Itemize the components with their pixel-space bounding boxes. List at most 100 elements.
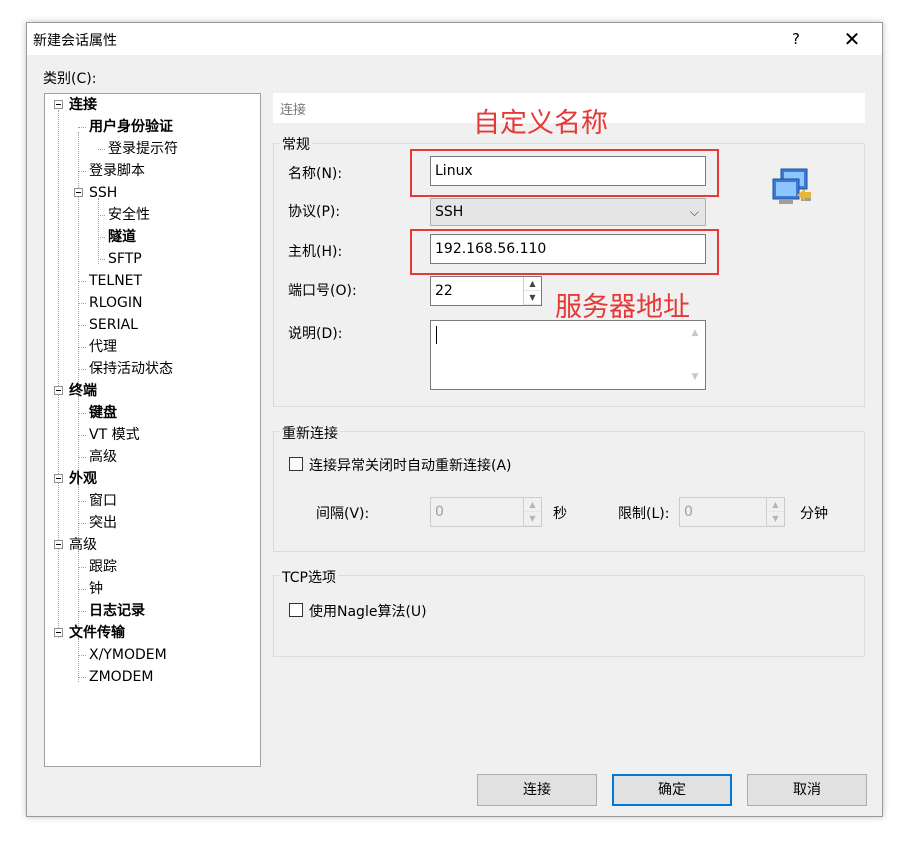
tcp-group-title: TCP选项 <box>280 567 338 587</box>
tree-line <box>78 501 86 502</box>
tree-item[interactable]: 跟踪 <box>89 556 117 578</box>
auto-reconnect-checkbox[interactable] <box>289 457 303 471</box>
tree-item[interactable]: 保持活动状态 <box>89 358 173 380</box>
host-highlight-box <box>410 229 719 275</box>
interval-value: 0 <box>435 504 444 520</box>
tree-line <box>98 259 105 260</box>
scroll-up-icon[interactable]: ▲ <box>687 323 703 343</box>
category-tree[interactable]: 连接 用户身份验证 登录提示符 登录脚本 SSH 安全性 隧道 SFTP TELNET RLOGI… <box>44 93 261 767</box>
tree-item[interactable]: 终端 <box>69 380 97 402</box>
port-value: 22 <box>435 283 453 299</box>
tree-item[interactable]: 登录提示符 <box>108 138 178 160</box>
tree-line <box>78 523 86 524</box>
interval-spinner: ▲ ▼ <box>523 498 541 526</box>
limit-field: 0 ▲ ▼ <box>679 497 785 527</box>
spin-down-icon[interactable]: ▼ <box>524 291 541 305</box>
scroll-down-icon[interactable]: ▼ <box>687 367 703 387</box>
tree-line <box>78 127 86 128</box>
tree-item[interactable]: 高级 <box>89 446 117 468</box>
tree-line <box>78 677 86 678</box>
collapse-toggle-icon[interactable] <box>54 386 63 395</box>
tree-line <box>78 611 86 612</box>
tree-item[interactable]: 隧道 <box>108 226 136 248</box>
tree-line <box>78 567 86 568</box>
nagle-checkbox[interactable] <box>289 603 303 617</box>
general-group-title: 常规 <box>280 134 312 154</box>
tree-item[interactable]: 连接 <box>69 94 97 116</box>
pane-header-title: 连接 <box>280 103 307 118</box>
collapse-toggle-icon[interactable] <box>74 188 83 197</box>
limit-label: 限制(L): <box>618 506 670 522</box>
name-annotation: 自定义名称 <box>473 108 608 139</box>
tree-item[interactable]: 高级 <box>69 534 97 556</box>
tree-line <box>78 638 79 682</box>
port-spinner[interactable]: ▲ ▼ <box>523 277 541 305</box>
collapse-toggle-icon[interactable] <box>54 474 63 483</box>
text-cursor <box>436 326 437 344</box>
network-computers-icon <box>772 168 811 204</box>
tree-item[interactable]: RLOGIN <box>89 292 143 314</box>
tree-line <box>78 655 86 656</box>
tree-item[interactable]: SSH <box>89 182 117 204</box>
tree-item[interactable]: VT 模式 <box>89 424 140 446</box>
host-annotation: 服务器地址 <box>555 292 690 323</box>
tree-line <box>78 171 86 172</box>
description-label: 说明(D): <box>288 326 343 342</box>
spin-up-icon: ▲ <box>524 498 541 512</box>
limit-spinner: ▲ ▼ <box>766 498 784 526</box>
tree-line <box>98 149 105 150</box>
tree-item[interactable]: SFTP <box>108 248 142 270</box>
window-title: 新建会话属性 <box>33 33 117 49</box>
session-properties-dialog: 新建会话属性 ? ✕ 类别(C): 连接 用户身份验证 登录提示符 登录脚本 SSH 安全… <box>26 22 883 817</box>
spin-up-icon[interactable]: ▲ <box>524 277 541 291</box>
interval-field: 0 ▲ ▼ <box>430 497 542 527</box>
cancel-button[interactable]: 取消 <box>747 774 867 806</box>
protocol-value: SSH <box>435 204 464 220</box>
auto-reconnect-label[interactable]: 连接异常关闭时自动重新连接(A) <box>309 455 512 475</box>
tree-item[interactable]: 钟 <box>89 578 103 600</box>
port-field[interactable]: 22 ▲ ▼ <box>430 276 542 306</box>
tree-item[interactable]: SERIAL <box>89 314 138 336</box>
protocol-select[interactable]: SSH ⌵ <box>430 198 706 226</box>
collapse-toggle-icon[interactable] <box>54 540 63 549</box>
tree-item[interactable]: 外观 <box>69 468 97 490</box>
tree-item[interactable]: 窗口 <box>89 490 117 512</box>
connect-button[interactable]: 连接 <box>477 774 597 806</box>
tree-item[interactable]: 突出 <box>89 512 117 534</box>
spin-down-icon: ▼ <box>524 512 541 526</box>
tree-line <box>78 589 86 590</box>
tree-line <box>78 347 86 348</box>
collapse-toggle-icon[interactable] <box>54 628 63 637</box>
tree-line <box>98 237 105 238</box>
tree-item[interactable]: 日志记录 <box>89 600 145 622</box>
tree-line <box>78 457 86 458</box>
tree-line <box>78 325 86 326</box>
nagle-label[interactable]: 使用Nagle算法(U) <box>309 601 427 621</box>
tree-item[interactable]: 键盘 <box>89 402 117 424</box>
tree-line <box>98 215 105 216</box>
limit-unit: 分钟 <box>800 506 828 522</box>
tree-item[interactable]: 安全性 <box>108 204 150 226</box>
interval-unit: 秒 <box>553 506 567 522</box>
tree-item[interactable]: 登录脚本 <box>89 160 145 182</box>
limit-value: 0 <box>684 504 693 520</box>
tree-item[interactable]: TELNET <box>89 270 142 292</box>
help-button[interactable]: ? <box>773 23 819 55</box>
close-button[interactable]: ✕ <box>829 23 875 55</box>
chevron-down-icon: ⌵ <box>689 205 699 219</box>
reconnect-group-title: 重新连接 <box>280 423 340 443</box>
tree-item[interactable]: 用户身份验证 <box>89 116 173 138</box>
tree-item[interactable]: ZMODEM <box>89 666 153 688</box>
tree-line <box>98 198 99 264</box>
description-field[interactable]: ▲ ▼ <box>430 320 706 390</box>
tree-item[interactable]: 代理 <box>89 336 117 358</box>
ok-button[interactable]: 确定 <box>612 774 732 806</box>
tree-item[interactable]: X/YMODEM <box>89 644 167 666</box>
tree-line <box>78 281 86 282</box>
tree-line <box>78 413 86 414</box>
collapse-toggle-icon[interactable] <box>54 100 63 109</box>
tree-item[interactable]: 文件传输 <box>69 622 125 644</box>
title-bar: 新建会话属性 ? ✕ <box>27 23 882 55</box>
tree-line <box>78 303 86 304</box>
reconnect-group <box>273 431 865 552</box>
